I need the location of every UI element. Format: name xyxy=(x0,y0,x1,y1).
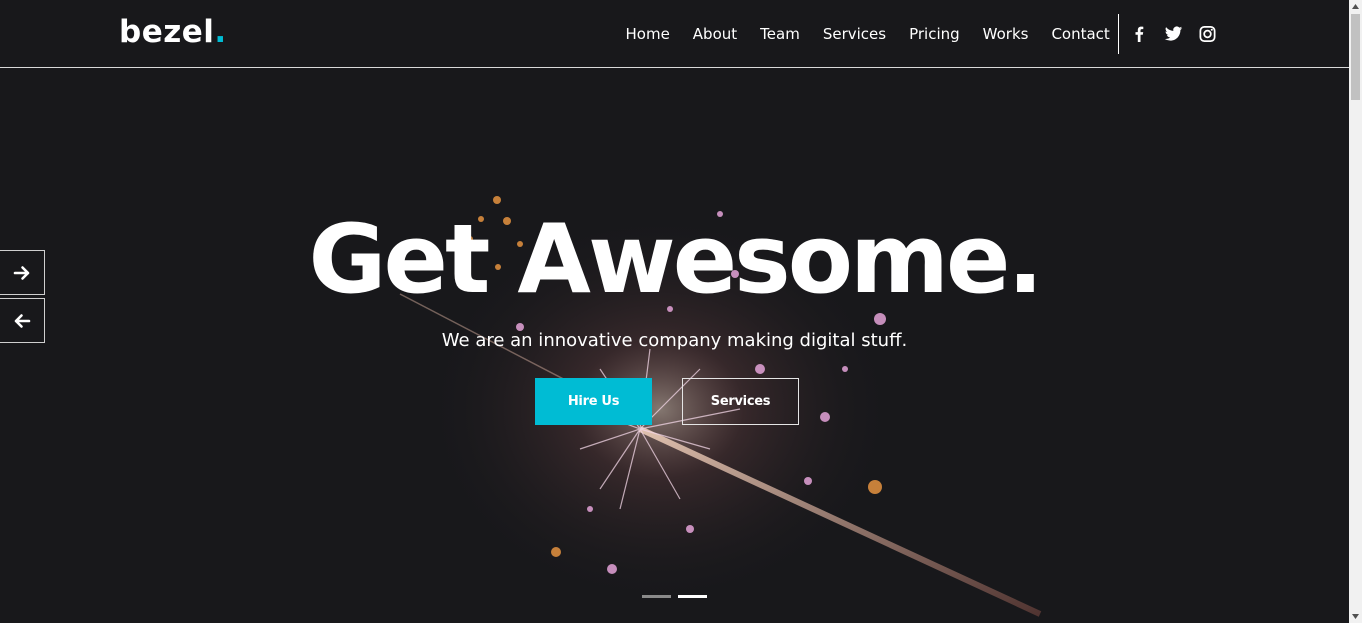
slide-indicator-1[interactable] xyxy=(642,595,671,598)
social-links xyxy=(1130,24,1217,44)
hero-headline: Get Awesome. xyxy=(308,205,1044,315)
nav-divider xyxy=(1118,14,1119,54)
nav-item-works[interactable]: Works xyxy=(971,24,1040,44)
brand-logo[interactable]: bezel. xyxy=(119,14,227,50)
instagram-icon[interactable] xyxy=(1198,24,1217,44)
scroll-up-icon[interactable] xyxy=(1349,0,1362,13)
nav-item-pricing[interactable]: Pricing xyxy=(898,24,972,44)
nav-item-team[interactable]: Team xyxy=(749,24,812,44)
hero-subheadline: We are an innovative company making digi… xyxy=(441,330,908,351)
slide-indicator-2[interactable] xyxy=(678,595,707,598)
brand-name: bezel xyxy=(119,14,215,50)
main-nav: Home About Team Services Pricing Works C… xyxy=(614,24,1121,44)
facebook-icon[interactable] xyxy=(1130,24,1149,44)
twitter-icon[interactable] xyxy=(1164,24,1183,44)
scroll-down-icon[interactable] xyxy=(1349,610,1362,623)
site-header: bezel. Home About Team Services Pricing … xyxy=(0,0,1349,68)
scroll-thumb[interactable] xyxy=(1351,14,1360,100)
brand-dot: . xyxy=(214,14,227,50)
nav-item-home[interactable]: Home xyxy=(614,24,681,44)
nav-item-services[interactable]: Services xyxy=(811,24,897,44)
nav-item-contact[interactable]: Contact xyxy=(1040,24,1121,44)
services-button[interactable]: Services xyxy=(682,378,799,425)
page-scrollbar[interactable] xyxy=(1349,0,1362,623)
nav-item-about[interactable]: About xyxy=(681,24,748,44)
hire-us-button[interactable]: Hire Us xyxy=(535,378,652,425)
